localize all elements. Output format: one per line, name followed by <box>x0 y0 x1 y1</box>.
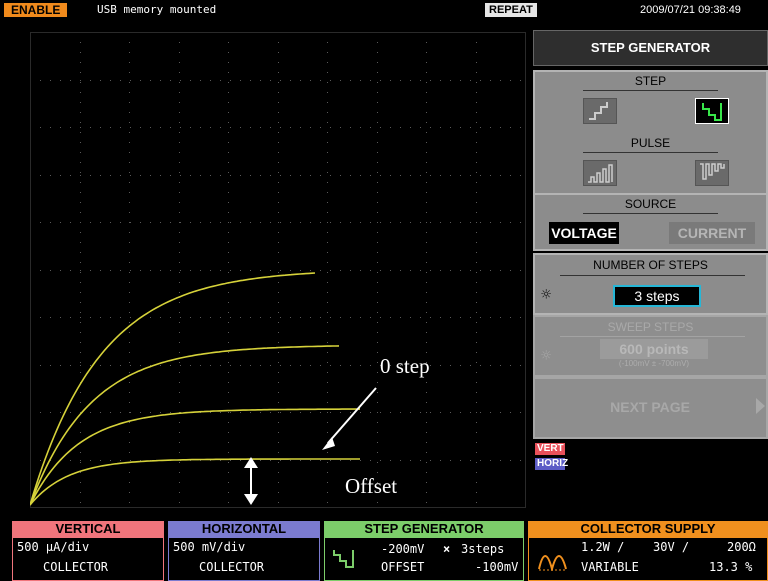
collector-resistance: 200Ω <box>727 540 756 554</box>
collector-waveform-icon <box>537 547 569 573</box>
collector-percent: 13.3 % <box>709 560 753 574</box>
enable-badge[interactable]: ENABLE <box>4 3 68 17</box>
trace-curve-3 <box>30 458 360 506</box>
scope-display <box>30 32 526 508</box>
panel-title: STEP GENERATOR <box>533 30 768 66</box>
horizontal-title: HORIZONTAL <box>168 521 320 537</box>
pulse-up-icon[interactable] <box>583 160 617 186</box>
gear-icon: ☼ <box>541 285 552 305</box>
horizontal-readout[interactable]: HORIZONTAL 500 mV/div COLLECTOR <box>168 521 320 581</box>
sweep-steps-value: 600 points <box>600 339 708 359</box>
next-page-label: NEXT PAGE <box>610 399 690 415</box>
vertical-title: VERTICAL <box>12 521 164 537</box>
vertical-scale: 500 µA/div <box>17 540 90 554</box>
source-section: SOURCE VOLTAGE CURRENT <box>533 193 768 251</box>
current-button[interactable]: CURRENT <box>669 222 755 244</box>
offset-value: -100mV <box>475 560 519 574</box>
step-count: 3steps <box>461 542 505 556</box>
source-label: SOURCE <box>624 197 677 211</box>
step-down-icon[interactable] <box>695 98 729 124</box>
annotation-arrow-zero-step <box>327 387 377 444</box>
voltage-button[interactable]: VOLTAGE <box>549 222 619 244</box>
scope-graticule <box>30 32 526 508</box>
step-generator-title: STEP GENERATOR <box>324 521 524 537</box>
scope-frame <box>30 32 526 508</box>
number-of-steps-label: NUMBER OF STEPS <box>593 258 708 272</box>
pulse-down-icon[interactable] <box>695 160 729 186</box>
trace-curve-1 <box>30 345 340 506</box>
annotation-zero-step: 0 step <box>380 354 430 378</box>
horizontal-scale: 500 mV/div <box>173 540 246 554</box>
times-symbol: × <box>443 542 451 556</box>
sweep-steps-section: SWEEP STEPS ☼ 600 points (-100mV ± -700m… <box>533 315 768 377</box>
step-up-icon[interactable] <box>583 98 617 124</box>
annotation-offset: Offset <box>345 474 398 498</box>
horiz-tag: HORIZ <box>535 458 569 470</box>
step-label: STEP <box>634 74 667 88</box>
collector-power: 1.2W / <box>581 540 625 554</box>
step-generator-readout[interactable]: STEP GENERATOR -200mV × 3steps OFFSET -1… <box>324 521 524 581</box>
vertical-source: COLLECTOR <box>43 560 109 574</box>
collector-voltage: 30V / <box>653 540 690 554</box>
annotation-arrowhead-zero-step <box>322 437 335 450</box>
collector-supply-readout[interactable]: COLLECTOR SUPPLY 1.2W / 30V / 200Ω VARIA… <box>528 521 768 581</box>
repeat-badge: REPEAT <box>485 3 537 17</box>
offset-label: OFFSET <box>381 560 425 574</box>
pulse-label: PULSE <box>630 136 671 150</box>
next-page-button[interactable]: NEXT PAGE <box>533 377 768 439</box>
collector-mode: VARIABLE <box>581 560 639 574</box>
vertical-readout[interactable]: VERTICAL 500 µA/div COLLECTOR <box>12 521 164 581</box>
vert-tag: VERT <box>535 443 565 455</box>
trace-curve-2 <box>30 408 360 506</box>
usb-status: USB memory mounted <box>97 3 217 16</box>
collector-supply-title: COLLECTOR SUPPLY <box>528 521 768 537</box>
step-amplitude: -200mV <box>381 542 425 556</box>
datetime: 2009/07/21 09:38:49 <box>640 4 741 16</box>
trace-curve-0 <box>30 272 316 506</box>
sweep-range: (-100mV ± -700mV) <box>618 359 690 368</box>
chevron-right-icon <box>756 398 765 414</box>
gear-icon: ☼ <box>541 346 552 366</box>
number-of-steps-value[interactable]: 3 steps <box>613 285 701 307</box>
sweep-steps-label: SWEEP STEPS <box>607 320 694 334</box>
status-bar: ENABLE USB memory mounted REPEAT 2009/07… <box>0 0 768 20</box>
annotation-arrowhead-offset-down <box>244 494 258 505</box>
horizontal-source: COLLECTOR <box>199 560 265 574</box>
number-of-steps-section: NUMBER OF STEPS ☼ 3 steps <box>533 253 768 315</box>
step-down-icon <box>331 546 357 570</box>
